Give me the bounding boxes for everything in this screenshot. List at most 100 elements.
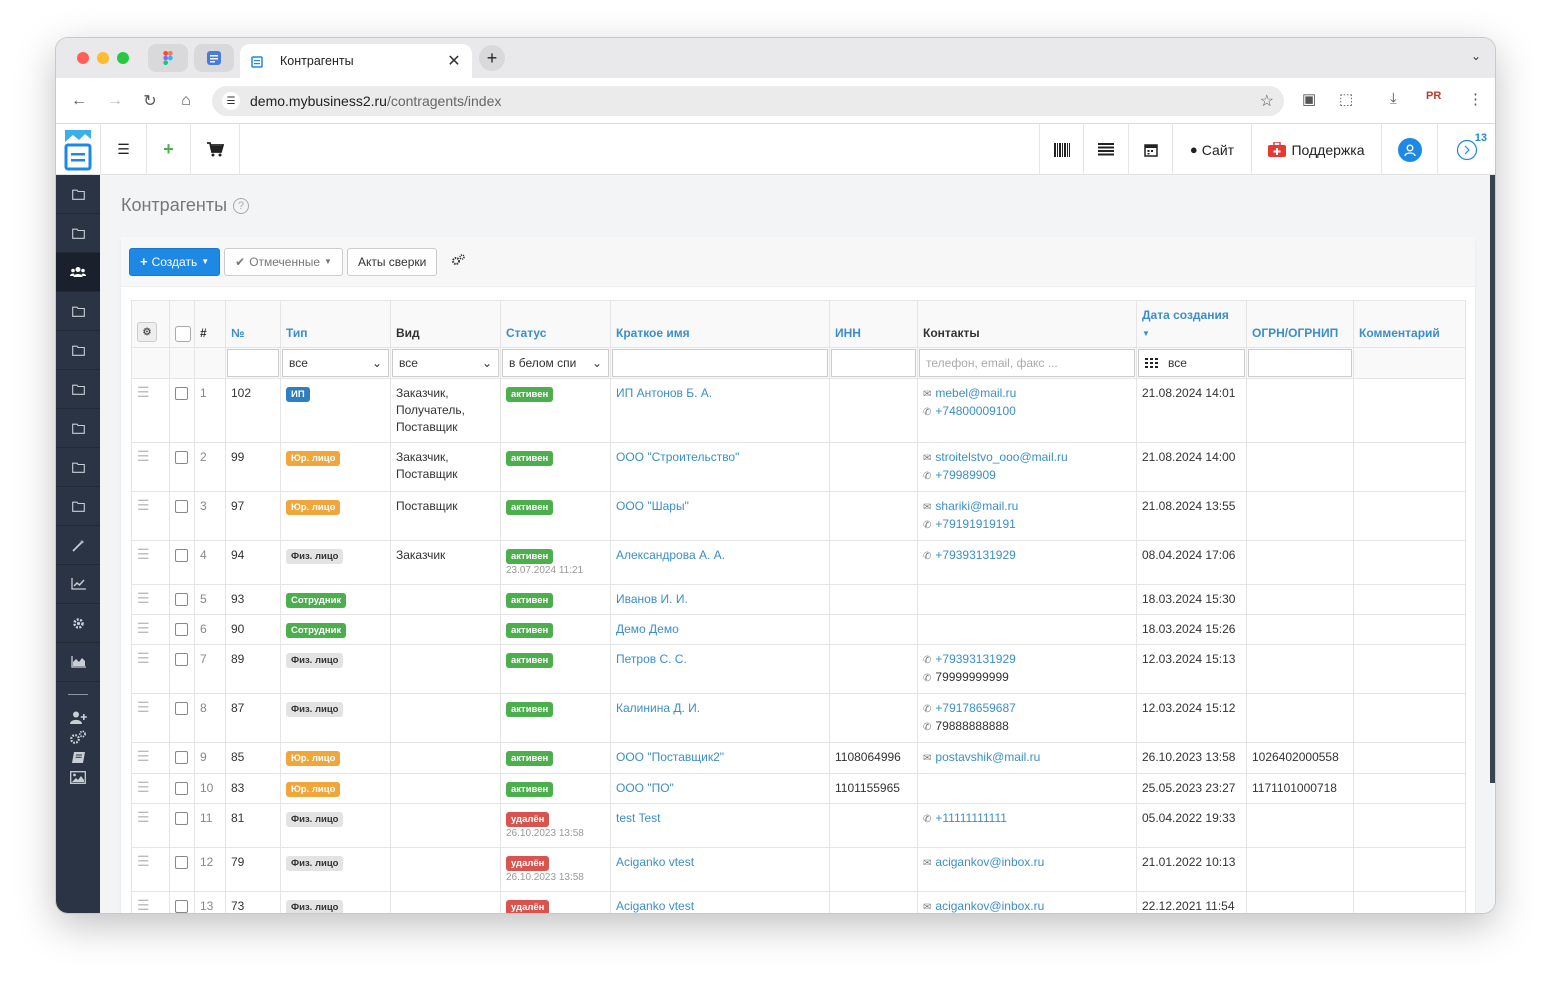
col-created[interactable]: Дата создания ▼	[1136, 300, 1247, 348]
pinned-tab-docs[interactable]	[194, 44, 234, 72]
table-row[interactable]: ☰ 10 83 Юр. лицо активен ООО "ПО" 1101155965 25…	[131, 773, 1466, 804]
table-row[interactable]: ☰ 1 102 ИП Заказчик, Получатель, Поставщик ак…	[131, 378, 1466, 443]
site-button[interactable]: ● Сайт	[1172, 124, 1251, 175]
contact-phone[interactable]: +79191919191	[935, 517, 1015, 531]
row-checkbox[interactable]	[175, 387, 188, 400]
row-checkbox[interactable]	[175, 593, 188, 606]
contragent-name-link[interactable]: Aciganko vtest	[616, 855, 694, 869]
select-all-checkbox[interactable]	[175, 326, 191, 342]
sidebar-item-analytics[interactable]	[56, 643, 100, 682]
contact-mail[interactable]: acigankov@inbox.ru	[935, 899, 1044, 913]
drag-handle-icon[interactable]: ☰	[137, 448, 150, 464]
contragent-name-link[interactable]: Петров С. С.	[616, 652, 687, 666]
drag-handle-icon[interactable]: ☰	[137, 497, 150, 513]
help-icon[interactable]: ?	[233, 197, 250, 214]
browser-menu-icon[interactable]: ⋮	[1468, 90, 1483, 108]
row-checkbox[interactable]	[175, 500, 188, 513]
col-inn[interactable]: ИНН	[829, 300, 918, 348]
row-checkbox[interactable]	[175, 702, 188, 715]
close-tab-icon[interactable]: ✕	[446, 51, 462, 71]
sidebar-item-folder-8[interactable]	[56, 487, 100, 526]
row-checkbox[interactable]	[175, 856, 188, 869]
table-row[interactable]: ☰ 13 73 Физ. лицо удалён Aciganko vtest ✉ aciga…	[131, 891, 1466, 913]
contact-phone[interactable]: +79393131929	[935, 548, 1015, 562]
contragent-name-link[interactable]: ООО "Поставщик2"	[616, 750, 724, 764]
row-checkbox[interactable]	[175, 900, 188, 913]
filter-contacts-input[interactable]: телефон, email, факс ...	[919, 349, 1135, 377]
list-view-button[interactable]	[1083, 124, 1128, 175]
translate-extension-icon[interactable]: ▣	[1302, 90, 1316, 108]
zoom-window-button[interactable]	[117, 52, 129, 64]
filter-created-select[interactable]: все	[1138, 349, 1245, 377]
table-row[interactable]: ☰ 5 93 Сотрудник активен Иванов И. И. 18.03.20…	[131, 584, 1466, 615]
calendar-button[interactable]	[1128, 124, 1172, 175]
contragent-name-link[interactable]: ООО "Строительство"	[616, 450, 739, 464]
tab-search-chevron-icon[interactable]: ⌄	[1471, 49, 1481, 63]
contragent-name-link[interactable]: ООО "ПО"	[616, 781, 674, 795]
contragent-name-link[interactable]: ИП Антонов Б. А.	[616, 386, 712, 400]
sidebar-item-folder-7[interactable]	[56, 448, 100, 487]
contragent-name-link[interactable]: test Test	[616, 811, 660, 825]
filter-type-select[interactable]: все ⌄	[282, 349, 389, 377]
col-comment[interactable]: Комментарий	[1353, 300, 1466, 348]
col-type[interactable]: Тип	[280, 300, 391, 348]
reload-icon[interactable]: ↻	[139, 90, 161, 112]
filter-kind-select[interactable]: все ⌄	[392, 349, 499, 377]
download-icon[interactable]: ⤓	[1390, 90, 1397, 107]
quick-add-button[interactable]: +	[147, 124, 191, 175]
new-tab-button[interactable]: +	[479, 45, 505, 71]
sidebar-item-folder-3[interactable]	[56, 292, 100, 331]
forward-icon[interactable]: →	[104, 90, 126, 112]
sidebar-item-reports[interactable]	[56, 565, 100, 604]
sidebar-item-tools[interactable]	[56, 526, 100, 565]
cart-button[interactable]	[191, 124, 240, 175]
filter-name-input[interactable]	[612, 349, 828, 377]
filter-inn-input[interactable]	[831, 349, 916, 377]
drag-handle-icon[interactable]: ☰	[137, 748, 150, 764]
sidebar-item-add-user[interactable]	[56, 707, 100, 727]
sidebar-item-docs[interactable]	[56, 747, 100, 767]
pinned-tab-figma[interactable]	[148, 44, 188, 72]
bookmark-star-icon[interactable]: ☆	[1260, 91, 1274, 111]
table-row[interactable]: ☰ 4 94 Физ. лицо Заказчик активен 23.07.2024 1…	[131, 540, 1466, 585]
sidebar-item-folder-5[interactable]	[56, 370, 100, 409]
table-row[interactable]: ☰ 2 99 Юр. лицо Заказчик, Поставщик активен ОО…	[131, 442, 1466, 492]
contragent-name-link[interactable]: Демо Демо	[616, 622, 679, 636]
col-status[interactable]: Статус	[500, 300, 611, 348]
back-icon[interactable]: ←	[68, 90, 90, 112]
table-row[interactable]: ☰ 12 79 Физ. лицо удалён 26.10.2023 13:58 Acig…	[131, 847, 1466, 892]
row-checkbox[interactable]	[175, 451, 188, 464]
page-scrollbar[interactable]	[1490, 175, 1495, 783]
contact-phone[interactable]: +79393131929	[935, 652, 1015, 666]
drag-handle-icon[interactable]: ☰	[137, 853, 150, 869]
extensions-icon[interactable]: ⬚	[1339, 90, 1353, 108]
sidebar-item-folder-4[interactable]	[56, 331, 100, 370]
contact-phone[interactable]: +79178659687	[935, 701, 1015, 715]
contact-phone[interactable]: +11111111111	[935, 811, 1007, 825]
contact-phone[interactable]: +79989909	[935, 468, 995, 482]
site-settings-icon[interactable]: ☰	[222, 92, 240, 110]
minimize-window-button[interactable]	[97, 52, 109, 64]
sidebar-item-contragents[interactable]	[56, 253, 100, 292]
close-window-button[interactable]	[77, 52, 89, 64]
contragent-name-link[interactable]: Александрова А. А.	[616, 548, 725, 562]
drag-handle-icon[interactable]: ☰	[137, 779, 150, 795]
table-row[interactable]: ☰ 11 81 Физ. лицо удалён 26.10.2023 13:58 test…	[131, 803, 1466, 848]
table-row[interactable]: ☰ 6 90 Сотрудник активен Демо Демо 18.03.2024 …	[131, 614, 1466, 645]
active-tab[interactable]: Контрагенты ✕	[240, 44, 472, 78]
table-row[interactable]: ☰ 3 97 Юр. лицо Поставщик активен ООО "Шары" ✉ s…	[131, 491, 1466, 541]
contact-mail[interactable]: stroitelstvo_ooo@mail.ru	[935, 450, 1067, 464]
contragent-name-link[interactable]: ООО "Шары"	[616, 499, 689, 513]
user-profile-button[interactable]	[1381, 124, 1437, 175]
table-settings-gears-icon[interactable]	[451, 254, 466, 269]
filter-ogrn-input[interactable]	[1248, 349, 1352, 377]
reconciliation-acts-button[interactable]: Акты сверки	[346, 247, 438, 276]
row-checkbox[interactable]	[175, 623, 188, 636]
row-checkbox[interactable]	[175, 549, 188, 562]
drag-handle-icon[interactable]: ☰	[137, 809, 150, 825]
contragent-name-link[interactable]: Иванов И. И.	[616, 592, 688, 606]
col-short-name[interactable]: Краткое имя	[610, 300, 830, 348]
drag-handle-icon[interactable]: ☰	[137, 590, 150, 606]
contact-mail[interactable]: acigankov@inbox.ru	[935, 855, 1044, 869]
notifications-button[interactable]: 13	[1437, 124, 1495, 175]
